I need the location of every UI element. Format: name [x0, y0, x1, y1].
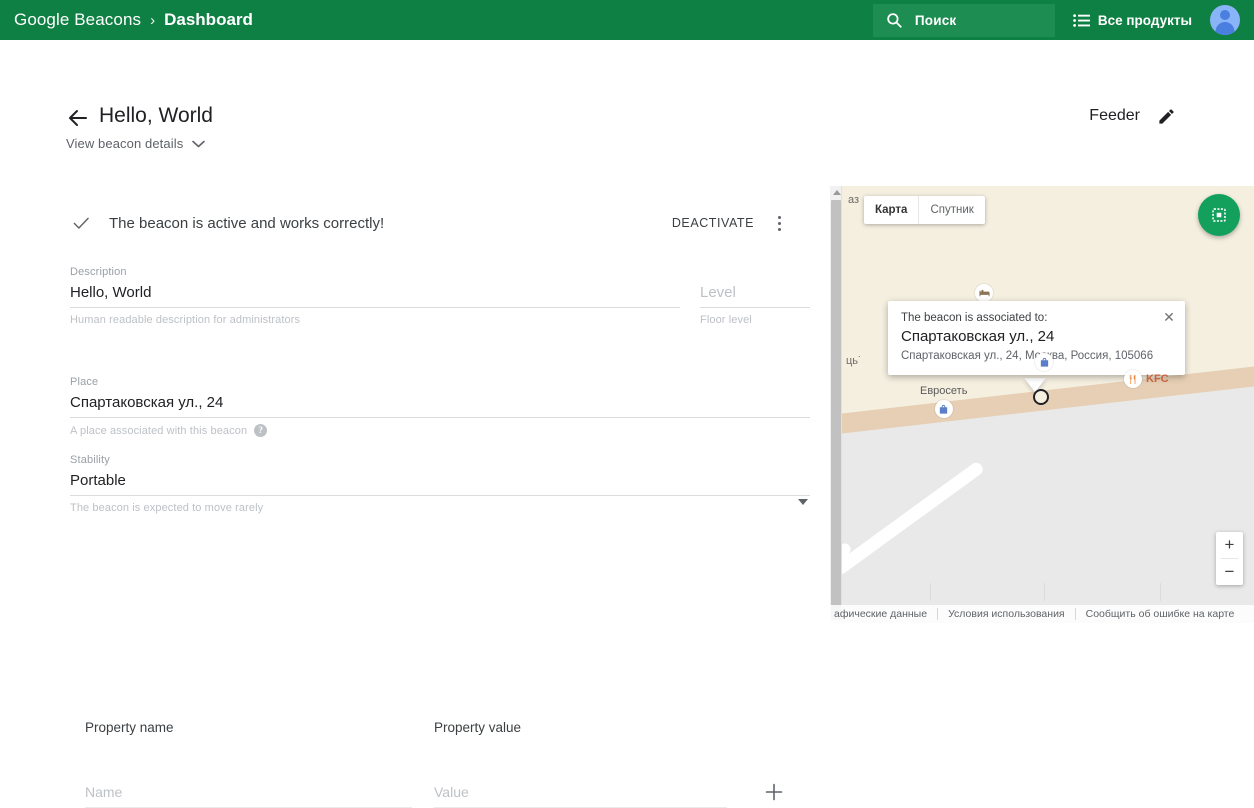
place-hint-text: A place associated with this beacon: [70, 424, 248, 437]
view-beacon-details-toggle[interactable]: View beacon details: [66, 136, 206, 151]
all-products-label: Все продукты: [1097, 12, 1192, 28]
stability-select[interactable]: Portable: [70, 472, 810, 496]
header-actions: Поиск Все продукты: [872, 0, 1254, 40]
stability-label: Stability: [70, 454, 110, 466]
map-poi-kfc[interactable]: KFC: [1124, 370, 1169, 388]
report-map-error-link[interactable]: Сообщить об ошибке на карте: [1076, 608, 1245, 620]
zoom-in-button[interactable]: +: [1216, 532, 1243, 558]
map-panel: аз ць˙ Карта Спутник ✕ The beacon is ass…: [830, 186, 1254, 623]
restaurant-icon: [1124, 370, 1142, 388]
beacon-form: The beacon is active and works correctly…: [0, 186, 830, 808]
beacon-chip-icon-button[interactable]: [1198, 194, 1240, 236]
description-label: Description: [70, 266, 127, 278]
search-placeholder-label: Поиск: [914, 12, 957, 28]
field-description: Description Hello, World Human readable …: [70, 266, 680, 326]
chevron-down-icon[interactable]: [798, 499, 808, 505]
breadcrumb: Google Beacons › Dashboard: [14, 10, 253, 30]
map-type-satellite-tab[interactable]: Спутник: [919, 196, 984, 224]
breadcrumb-separator-icon: ›: [150, 11, 156, 29]
chevron-down-icon: [192, 140, 206, 148]
field-place: Place Спартаковская ул., 24 A place asso…: [70, 376, 810, 437]
search-input[interactable]: Поиск: [872, 3, 1055, 37]
level-hint: Floor level: [700, 314, 752, 326]
close-icon[interactable]: ✕: [1162, 310, 1176, 324]
check-icon: [70, 212, 92, 234]
deactivate-button[interactable]: DEACTIVATE: [670, 211, 756, 235]
map-grid-line: [930, 583, 931, 601]
search-icon: [873, 11, 915, 29]
place-hint: A place associated with this beacon ?: [70, 424, 810, 437]
map-poi-label: KFC: [1146, 373, 1169, 385]
lodging-icon: [975, 284, 993, 302]
map-grid-line: [1160, 583, 1161, 601]
edit-pencil-icon[interactable]: [1156, 106, 1176, 126]
stability-hint: The beacon is expected to move rarely: [70, 502, 264, 514]
scrollbar-thumb[interactable]: [831, 200, 841, 620]
field-level: Level Level Floor level: [700, 266, 810, 326]
add-property-icon[interactable]: [765, 783, 783, 801]
page-header: Hello, World Feeder: [0, 40, 1254, 127]
map-poi-lodging[interactable]: [975, 284, 993, 302]
place-label: Place: [70, 376, 99, 388]
more-options-icon[interactable]: [768, 210, 790, 236]
menu-list-icon: [1073, 13, 1090, 27]
avatar[interactable]: [1210, 5, 1240, 35]
beacon-status-row: The beacon is active and works correctly…: [70, 208, 800, 238]
account-name-label: Feeder: [1089, 107, 1140, 124]
map-edge-label: аз: [848, 194, 860, 206]
avatar-head-shape: [1220, 10, 1230, 20]
scroll-up-arrow-icon[interactable]: [833, 190, 841, 195]
view-beacon-details-label: View beacon details: [66, 136, 184, 151]
property-value-column-header: Property value: [434, 720, 522, 735]
back-arrow-icon[interactable]: [66, 106, 90, 130]
shopping-bag-icon: [934, 400, 953, 418]
field-stability: Stability Portable The beacon is expecte…: [70, 454, 810, 514]
page-title: Hello, World: [99, 104, 213, 127]
description-input[interactable]: Hello, World: [70, 284, 680, 308]
map-attribution-bar: афические данные Условия использования С…: [830, 605, 1254, 623]
map-poi-shop-center[interactable]: [1035, 353, 1053, 371]
map-poi-label: Евросеть: [920, 385, 968, 397]
info-window-heading: The beacon is associated to:: [901, 312, 1048, 324]
avatar-body-shape: [1215, 22, 1235, 35]
map-type-switcher: Карта Спутник: [864, 196, 985, 224]
help-icon[interactable]: ?: [254, 424, 268, 437]
map-grid-line: [1044, 583, 1045, 601]
terms-of-use-link[interactable]: Условия использования: [938, 608, 1076, 620]
map-type-map-tab[interactable]: Карта: [864, 196, 918, 224]
zoom-out-button[interactable]: −: [1216, 559, 1243, 585]
account-section: Feeder: [1089, 106, 1176, 126]
top-header-bar: Google Beacons › Dashboard Поиск Все про…: [0, 0, 1254, 40]
property-name-column-header: Property name: [85, 720, 174, 735]
place-input[interactable]: Спартаковская ул., 24: [70, 394, 810, 418]
map-scrollbar[interactable]: [830, 186, 842, 623]
map-zoom-controls: + −: [1216, 532, 1243, 585]
description-hint: Human readable description for administr…: [70, 314, 301, 326]
breadcrumb-page-name[interactable]: Dashboard: [164, 10, 253, 30]
map-canvas[interactable]: аз ць˙ Карта Спутник ✕ The beacon is ass…: [842, 186, 1254, 623]
all-products-button[interactable]: Все продукты: [1073, 13, 1192, 28]
map-poi-evroset[interactable]: Евросеть: [920, 385, 967, 418]
beacon-status-message: The beacon is active and works correctly…: [109, 214, 385, 232]
level-input[interactable]: Level: [700, 284, 810, 308]
beacon-location-marker[interactable]: [1033, 389, 1049, 405]
shopping-bag-icon: [1035, 353, 1053, 371]
property-name-input[interactable]: Name: [85, 784, 412, 808]
breadcrumb-app-name[interactable]: Google Beacons: [14, 10, 141, 30]
map-data-attribution[interactable]: афические данные: [830, 608, 939, 620]
map-edge-label: ць˙: [846, 355, 862, 367]
property-value-input[interactable]: Value: [434, 784, 727, 808]
info-window-title: Спартаковская ул., 24: [901, 328, 1055, 345]
